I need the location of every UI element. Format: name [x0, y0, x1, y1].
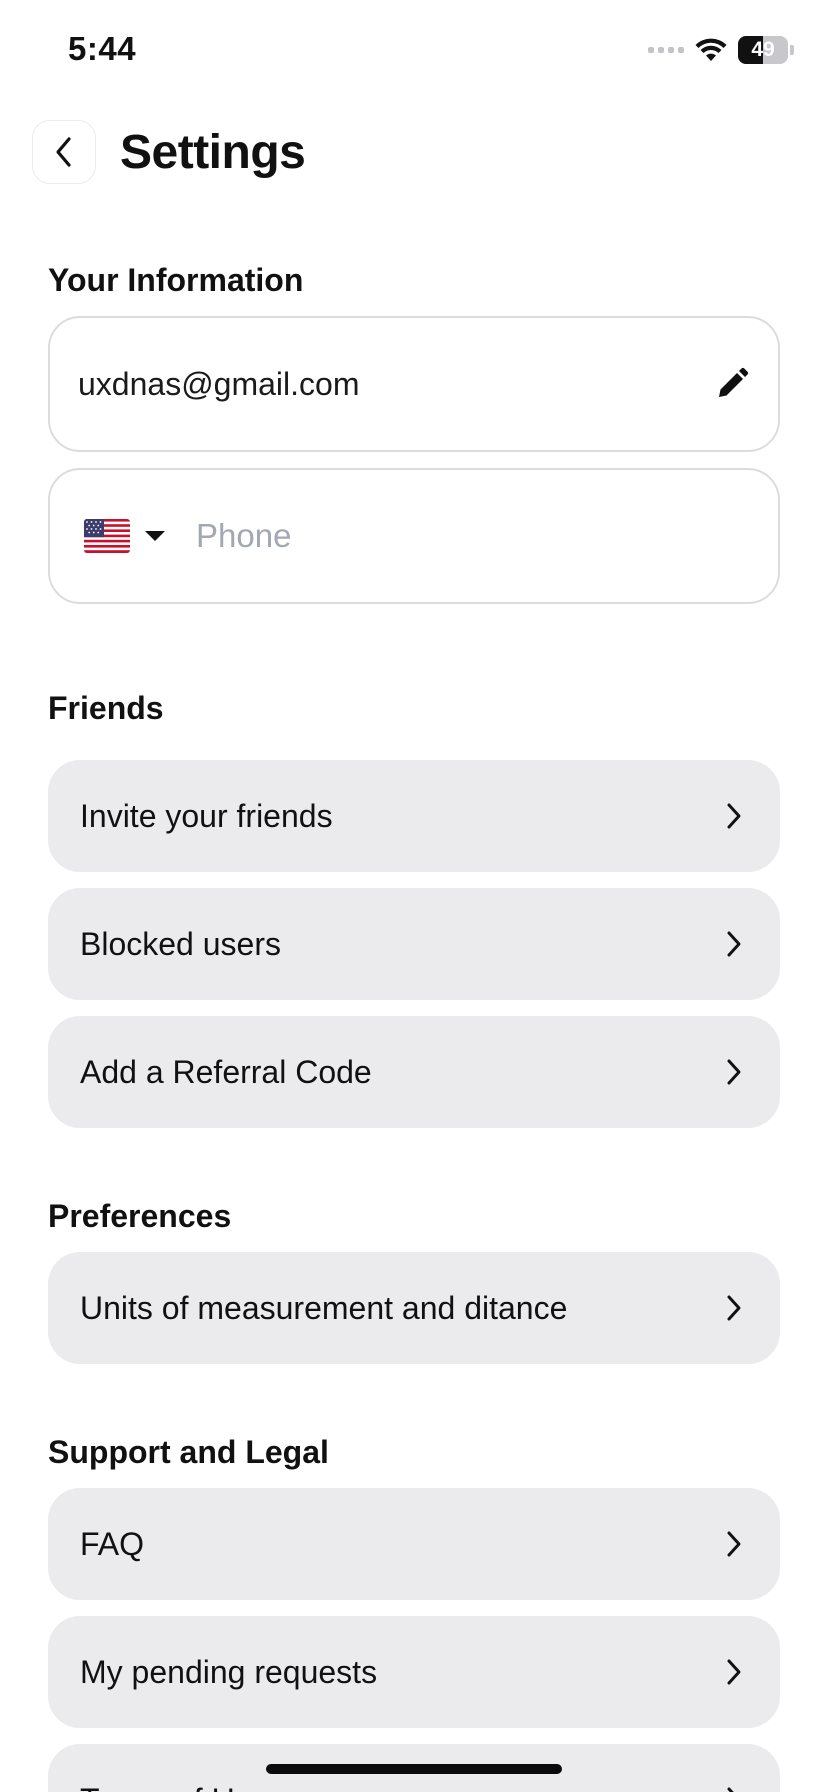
row-invite-friends[interactable]: Invite your friends: [48, 760, 780, 872]
row-label: FAQ: [80, 1525, 145, 1562]
section-title-friends: Friends: [48, 690, 164, 726]
us-flag-icon: [84, 519, 130, 553]
section-title-preferences: Preferences: [48, 1198, 232, 1234]
chevron-right-icon: [720, 1294, 748, 1322]
page-title: Settings: [120, 125, 306, 179]
section-title-support-and-legal: Support and Legal: [48, 1434, 329, 1470]
email-field[interactable]: uxdnas@gmail.com: [48, 316, 780, 452]
row-faq[interactable]: FAQ: [48, 1488, 780, 1600]
chevron-right-icon: [720, 1786, 748, 1792]
home-indicator: [266, 1764, 562, 1774]
row-label: Terms of Use: [80, 1782, 720, 1792]
row-label: My pending requests: [80, 1653, 378, 1690]
row-add-referral-code[interactable]: Add a Referral Code: [48, 1016, 780, 1128]
status-time: 5:44: [68, 30, 137, 67]
row-label: Blocked users: [80, 925, 281, 962]
chevron-right-icon: [720, 1658, 748, 1686]
row-my-pending-requests[interactable]: My pending requests: [48, 1616, 780, 1728]
chevron-left-icon: [51, 135, 77, 169]
chevron-right-icon: [720, 930, 748, 958]
row-label: Invite your friends: [80, 797, 333, 834]
status-icons: 49: [648, 34, 794, 66]
back-button[interactable]: [32, 120, 96, 184]
cellular-signal-icon: [648, 47, 684, 53]
row-blocked-users[interactable]: Blocked users: [48, 888, 780, 1000]
battery-percent: 49: [751, 38, 775, 61]
pencil-icon[interactable]: [714, 366, 750, 402]
chevron-right-icon: [720, 802, 748, 830]
battery-cap: [790, 45, 794, 55]
status-bar: 5:44 49: [0, 0, 828, 100]
battery-icon: 49: [738, 36, 788, 64]
header: Settings: [32, 120, 306, 184]
row-units-of-measurement[interactable]: Units of measurement and ditance: [48, 1252, 780, 1364]
row-label: Add a Referral Code: [80, 1053, 372, 1090]
section-title-your-information: Your Information: [48, 262, 304, 298]
phone-field[interactable]: [48, 468, 780, 604]
phone-input[interactable]: [196, 517, 646, 555]
caret-down-icon: [144, 529, 166, 543]
country-code-selector[interactable]: [84, 519, 166, 553]
email-value: uxdnas@gmail.com: [78, 365, 360, 402]
row-label: Units of measurement and ditance: [80, 1289, 568, 1326]
wifi-icon: [694, 37, 728, 63]
chevron-right-icon: [720, 1530, 748, 1558]
chevron-right-icon: [720, 1058, 748, 1086]
